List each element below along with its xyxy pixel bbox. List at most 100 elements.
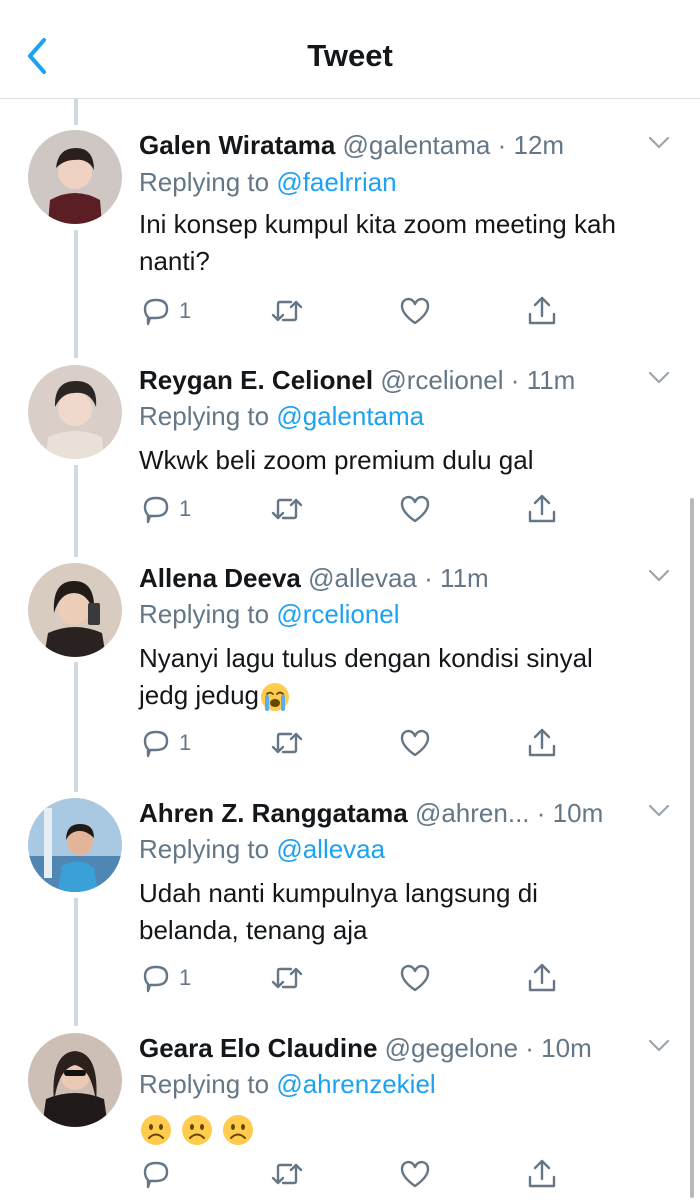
like-button[interactable]: [398, 294, 432, 328]
chevron-down-icon[interactable]: [648, 136, 670, 150]
reply-count: 1: [179, 298, 192, 323]
separator-dot: ·: [525, 1033, 534, 1063]
tweet-text: Nyanyi lagu tulus dengan kondisi sinyal …: [139, 640, 679, 714]
share-button[interactable]: [525, 961, 559, 995]
replying-label: Replying to: [139, 834, 270, 864]
display-name[interactable]: Ahren Z. Ranggatama: [139, 798, 408, 828]
display-name[interactable]: Galen Wiratama: [139, 130, 335, 160]
tweet-text: Udah nanti kumpulnya langsung di belanda…: [139, 878, 538, 945]
replying-label: Replying to: [139, 1069, 270, 1099]
reply-bubble-icon: [143, 1161, 169, 1189]
username[interactable]: @rcelionel: [380, 365, 503, 395]
heart-icon: [400, 729, 430, 757]
reply-button[interactable]: 1: [139, 492, 191, 526]
retweet-button[interactable]: [269, 294, 305, 328]
retweet-button[interactable]: [269, 961, 305, 995]
username[interactable]: @galentama: [343, 130, 491, 160]
chevron-down-icon[interactable]: [648, 371, 670, 385]
replying-to: Replying to @allevaa: [139, 834, 385, 864]
mention-link[interactable]: @galentama: [276, 401, 424, 431]
tweet-actions: [139, 1157, 579, 1191]
share-icon: [528, 1159, 556, 1188]
replying-label: Replying to: [139, 599, 270, 629]
username[interactable]: @gegelone: [385, 1033, 518, 1063]
avatar[interactable]: [28, 365, 122, 459]
share-icon: [528, 963, 556, 992]
mention-link[interactable]: @rcelionel: [276, 599, 399, 629]
tweet-actions: 1: [139, 961, 579, 995]
share-button[interactable]: [525, 1157, 559, 1191]
thread-connector: [74, 99, 78, 125]
mention-link[interactable]: @faelrrian: [276, 167, 396, 197]
display-name[interactable]: Reygan E. Celionel: [139, 365, 373, 395]
username[interactable]: @allevaa: [308, 563, 417, 593]
replying-to: Replying to @ahrenzekiel: [139, 1069, 436, 1099]
retweet-button[interactable]: [269, 726, 305, 760]
replying-label: Replying to: [139, 401, 270, 431]
tweet-text: [139, 1110, 679, 1147]
avatar[interactable]: [28, 798, 122, 892]
tweet-actions: 1: [139, 726, 579, 760]
share-icon: [528, 296, 556, 325]
page-title: Tweet: [307, 38, 393, 73]
chevron-down-icon[interactable]: [648, 804, 670, 818]
retweet-icon: [271, 300, 303, 322]
timestamp[interactable]: 10m: [541, 1033, 592, 1063]
separator-dot: ·: [510, 365, 520, 395]
reply-count: 1: [179, 965, 192, 990]
heart-icon: [400, 495, 430, 523]
reply-bubble-icon: [143, 965, 169, 993]
reply-bubble-icon: [143, 730, 169, 758]
share-icon: [528, 728, 556, 757]
tweet-text-line: jedg jedug: [139, 680, 259, 710]
scrollbar[interactable]: [690, 498, 694, 1198]
tweet-header: Geara Elo Claudine @gegelone · 10m: [139, 1033, 640, 1063]
mention-link[interactable]: @allevaa: [276, 834, 385, 864]
retweet-button[interactable]: [269, 492, 305, 526]
display-name[interactable]: Allena Deeva: [139, 563, 301, 593]
avatar[interactable]: [28, 563, 122, 657]
like-button[interactable]: [398, 1157, 432, 1191]
chevron-down-icon[interactable]: [648, 1039, 670, 1053]
avatar[interactable]: [28, 1033, 122, 1127]
reply-button[interactable]: 1: [139, 294, 191, 328]
retweet-button[interactable]: [269, 1157, 305, 1191]
username[interactable]: @ahren...: [415, 798, 530, 828]
mention-link[interactable]: @ahrenzekiel: [276, 1069, 435, 1099]
tweet-actions: 1: [139, 492, 579, 526]
frowning-face-icon: [182, 1115, 213, 1146]
reply-button[interactable]: 1: [139, 961, 191, 995]
tweet-header: Ahren Z. Ranggatama @ahren... · 10m: [139, 798, 640, 828]
share-button[interactable]: [525, 492, 559, 526]
timestamp[interactable]: 12m: [513, 130, 564, 160]
display-name[interactable]: Geara Elo Claudine: [139, 1033, 377, 1063]
replying-label: Replying to: [139, 167, 270, 197]
share-icon: [528, 494, 556, 523]
retweet-icon: [271, 732, 303, 754]
thread-connector: [74, 662, 78, 792]
reply-button[interactable]: 1: [139, 726, 191, 760]
top-bar: Tweet: [0, 0, 700, 99]
tweet-header: Reygan E. Celionel @rcelionel · 11m: [139, 365, 640, 395]
reply-count: 1: [179, 730, 192, 755]
tweet-header: Galen Wiratama @galentama · 12m: [139, 130, 640, 160]
like-button[interactable]: [398, 726, 432, 760]
reply-bubble-icon: [143, 496, 169, 524]
share-button[interactable]: [525, 294, 559, 328]
timestamp[interactable]: 11m: [527, 365, 576, 395]
retweet-icon: [271, 967, 303, 989]
replying-to: Replying to @galentama: [139, 401, 424, 431]
tweet-text: Wkwk beli zoom premium dulu gal: [139, 445, 534, 475]
reply-bubble-icon: [143, 298, 169, 326]
reply-count: 1: [179, 496, 192, 521]
like-button[interactable]: [398, 961, 432, 995]
share-button[interactable]: [525, 726, 559, 760]
like-button[interactable]: [398, 492, 432, 526]
reply-button[interactable]: [139, 1157, 179, 1191]
frowning-face-icon: [141, 1115, 171, 1146]
timestamp[interactable]: 10m: [553, 798, 604, 828]
separator-dot: ·: [497, 130, 507, 160]
timestamp[interactable]: 11m: [440, 563, 489, 593]
chevron-down-icon[interactable]: [648, 569, 670, 583]
avatar[interactable]: [28, 130, 122, 224]
